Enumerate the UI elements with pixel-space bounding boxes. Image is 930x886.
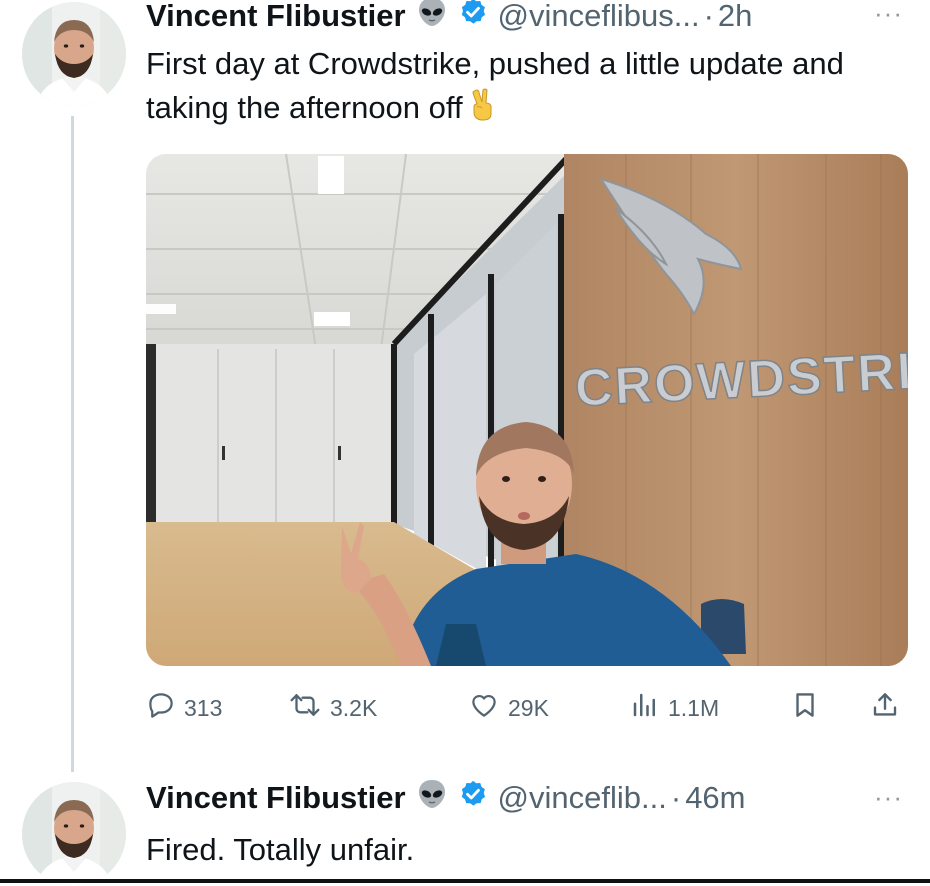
alien-icon: [418, 0, 446, 35]
tweet-header: Vincent Flibustier @vinceflibus... · 2h: [146, 0, 752, 36]
reply-button[interactable]: 313: [146, 688, 222, 728]
handle[interactable]: @vinceflib...: [498, 780, 667, 816]
more-options-icon[interactable]: ···: [874, 0, 903, 29]
bookmark-button[interactable]: [790, 688, 828, 728]
heart-icon: [468, 690, 508, 726]
avatar[interactable]: [22, 2, 126, 106]
tweet-media-photo[interactable]: CROWDSTRIKE: [146, 154, 908, 666]
display-name[interactable]: Vincent Flibustier: [146, 780, 406, 816]
tweet-actions: 313 3.2K 29K 1.1M: [146, 688, 908, 728]
divider: [0, 879, 930, 883]
retweet-icon: [288, 690, 330, 726]
timestamp[interactable]: 2h: [718, 0, 752, 34]
share-button[interactable]: [870, 688, 908, 728]
like-button[interactable]: 29K: [468, 688, 549, 728]
victory-hand-icon: [469, 87, 497, 133]
more-options-icon[interactable]: ···: [874, 782, 903, 813]
reply-count: 313: [184, 694, 223, 721]
alien-icon: [418, 779, 446, 817]
tweet-text: Fired. Totally unfair.: [146, 832, 415, 867]
views-button[interactable]: 1.1M: [630, 688, 719, 728]
retweet-count: 3.2K: [330, 694, 378, 721]
view-count: 1.1M: [668, 694, 720, 721]
retweet-button[interactable]: 3.2K: [288, 688, 377, 728]
thread-line: [71, 116, 74, 772]
separator-dot: ·: [670, 780, 682, 815]
verified-badge-icon: [458, 779, 488, 817]
avatar[interactable]: [22, 782, 126, 886]
reply-icon: [146, 690, 184, 726]
tweet-text: First day at Crowdstrike, pushed a littl…: [146, 42, 906, 133]
tweet-header: Vincent Flibustier @vinceflib... · 46m: [146, 778, 746, 818]
verified-badge-icon: [458, 0, 488, 35]
separator-dot: ·: [703, 0, 714, 33]
views-icon: [630, 690, 668, 726]
display-name[interactable]: Vincent Flibustier: [146, 0, 406, 34]
like-count: 29K: [508, 694, 549, 721]
bookmark-icon: [790, 689, 828, 727]
timestamp[interactable]: 46m: [685, 780, 745, 816]
share-icon: [870, 689, 908, 727]
handle[interactable]: @vinceflibus...: [498, 0, 700, 34]
